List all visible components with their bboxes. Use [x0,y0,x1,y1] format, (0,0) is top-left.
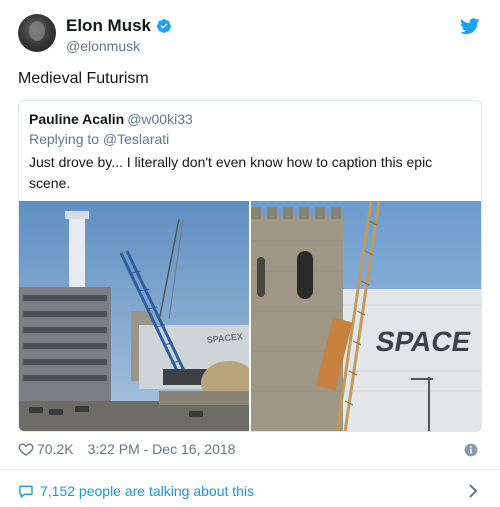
speech-bubble-icon [19,485,33,499]
tweet-meta: 70.2K 3:22 PM - Dec 16, 2018 [18,441,235,457]
author-handle[interactable]: @elonmusk [66,38,140,54]
quoted-tweet-text: Just drove by... I literally don't even … [29,154,433,191]
quoted-photos: SPACEX SPACE [19,201,481,431]
tweet-card: Elon Musk @elonmusk Medieval Futurism Pa… [0,0,500,507]
tweet-timestamp[interactable]: 3:22 PM - Dec 16, 2018 [88,441,236,457]
quoted-photo-right[interactable]: SPACE [251,201,481,431]
heart-icon[interactable] [18,441,34,457]
talking-about-text: 7,152 people are talking about this [40,483,255,499]
quoted-author[interactable]: Pauline Acalin @w00ki33 [29,111,193,127]
quoted-author-handle: @w00ki33 [127,111,193,127]
tweet-text: Medieval Futurism [18,70,149,87]
quoted-tweet[interactable]: Pauline Acalin @w00ki33 Replying to @Tesl… [18,100,482,432]
like-count[interactable]: 70.2K [37,441,74,457]
talking-about-link[interactable]: 7,152 people are talking about this [18,483,254,499]
verified-badge-icon [157,19,172,33]
info-icon[interactable] [464,443,478,457]
chevron-right-icon[interactable] [468,484,478,498]
quoted-photo-left[interactable]: SPACEX [19,201,249,431]
quoted-author-name: Pauline Acalin [29,111,125,127]
footer-divider [0,469,500,470]
quoted-replying-to: Replying to @Teslarati [29,131,170,147]
twitter-bird-icon[interactable] [460,18,480,35]
author-name[interactable]: Elon Musk [66,16,151,36]
spacex-sign-right: SPACE [374,325,474,357]
author-name-row[interactable]: Elon Musk [66,16,172,36]
author-avatar[interactable] [18,14,56,52]
